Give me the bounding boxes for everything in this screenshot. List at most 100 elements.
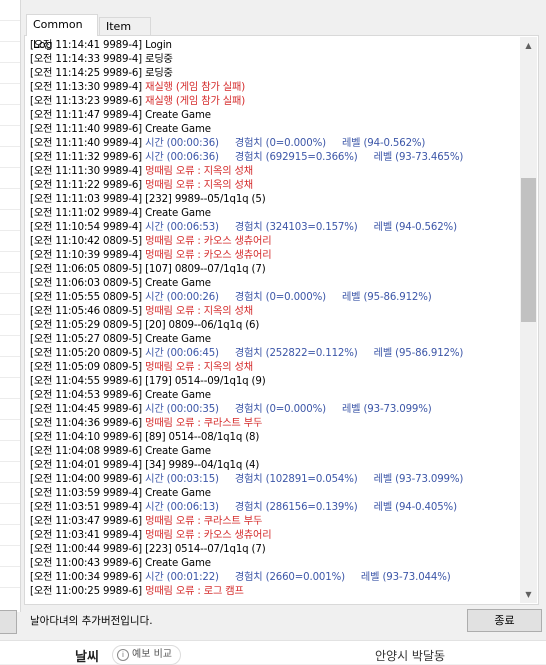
log-timestamp: [오전 11:00:25 9989-6] [30,586,143,597]
log-timestamp: [오전 11:00:44 9989-6] [30,544,143,555]
log-timestamp: [오전 11:13:30 9989-4] [30,82,143,93]
log-line: [오전 11:11:02 9989-4] Create Game [30,207,520,221]
log-message: [89] 0514--08/1q1q (8) [145,432,260,443]
log-line: [오전 11:04:10 9989-6] [89] 0514--08/1q1q … [30,431,520,445]
log-timestamp: [오전 11:14:25 9989-6] [30,68,143,79]
log-message: [232] 9989--05/1q1q (5) [145,194,266,205]
scrollbar-thumb[interactable] [521,178,536,323]
log-line: [오전 11:14:25 9989-6] 로딩중 [30,67,520,81]
log-level: 레벨 (94-0.562%) [341,138,426,149]
log-message: Create Game [145,558,211,569]
log-timestamp: [오전 11:11:30 9989-4] [30,166,143,177]
log-time: 시간 (00:06:36) [145,152,219,163]
log-timestamp: [오전 11:04:10 9989-6] [30,432,143,443]
log-line: [오전 11:04:36 9989-6] 멍때림 오류 : 쿠라스트 부두 [30,417,520,431]
log-line: [오전 11:05:09 0809-5] 멍때림 오류 : 지옥의 성채 [30,361,520,375]
log-line: [오전 11:00:44 9989-6] [223] 0514--07/1q1q… [30,543,520,557]
log-time: 시간 (00:00:26) [145,292,219,303]
log-line: [오전 11:11:22 9989-6] 멍때림 오류 : 지옥의 성채 [30,179,520,193]
log-message: Create Game [145,446,211,457]
log-timestamp: [오전 11:03:41 9989-4] [30,530,143,541]
log-line: [오전 11:05:27 0809-5] Create Game [30,333,520,347]
log-line: [오전 11:11:40 9989-4] 시간 (00:00:36) 경험치 (0… [30,137,520,151]
log-exp: 경험치 (252822=0.112%) [234,348,358,359]
status-message: 날아다녀의 추가버전입니다. [30,615,153,627]
log-line: [오전 11:04:08 9989-6] Create Game [30,445,520,459]
log-exp: 경험치 (0=0.000%) [234,404,326,415]
log-timestamp: [오전 11:11:02 9989-4] [30,208,143,219]
log-line: [오전 11:05:29 0809-5] [20] 0809--06/1q1q … [30,319,520,333]
vertical-scrollbar[interactable]: ▲ ▼ [520,37,537,603]
log-message: 멍때림 오류 : 지옥의 성채 [145,306,253,317]
log-level: 레벨 (93-73.465%) [373,152,464,163]
log-message: 멍때림 오류 : 카오스 생츄어리 [145,530,272,541]
log-message: Create Game [145,390,211,401]
forecast-compare-button[interactable]: i 예보 비교 [112,645,181,665]
log-timestamp: [오전 11:11:22 9989-6] [30,180,143,191]
log-line: [오전 11:11:40 9989-6] Create Game [30,123,520,137]
log-message: 멍때림 오류 : 쿠라스트 부두 [145,516,263,527]
log-timestamp: [오전 11:05:27 0809-5] [30,334,143,345]
tab-item-log[interactable]: Item Log [99,17,151,51]
tab-common-log[interactable]: Common Log [26,14,98,51]
log-exp: 경험치 (0=0.000%) [234,138,326,149]
log-timestamp: [오전 11:11:47 9989-4] [30,110,143,121]
log-line: [오전 11:00:25 9989-6] 멍때림 오류 : 로그 캠프 [30,585,520,599]
log-timestamp: [오전 11:05:55 0809-5] [30,292,143,303]
log-message: 멍때림 오류 : 로그 캠프 [145,586,244,597]
log-message: Create Game [145,110,211,121]
log-line: [오전 11:03:47 9989-6] 멍때림 오류 : 쿠라스트 부두 [30,515,520,529]
log-line: [오전 11:04:00 9989-6] 시간 (00:03:15) 경험치 (1… [30,473,520,487]
log-message: Create Game [145,334,211,345]
log-timestamp: [오전 11:06:03 0809-5] [30,278,143,289]
log-timestamp: [오전 11:04:08 9989-6] [30,446,143,457]
log-line: [오전 11:00:43 9989-6] Create Game [30,557,520,571]
log-line: [오전 11:04:45 9989-6] 시간 (00:00:35) 경험치 (0… [30,403,520,417]
log-message: [107] 0809--07/1q1q (7) [145,264,266,275]
log-line: [오전 11:04:53 9989-6] Create Game [30,389,520,403]
log-timestamp: [오전 11:11:03 9989-4] [30,194,143,205]
background-list [0,0,21,612]
log-level: 레벨 (93-73.044%) [360,572,451,583]
log-line: [오전 11:14:33 9989-4] 로딩중 [30,53,520,67]
log-line: [오전 11:11:47 9989-4] Create Game [30,109,520,123]
log-timestamp: [오전 11:04:01 9989-4] [30,460,143,471]
log-list[interactable]: [오전 11:14:41 9989-4] Login [오전 11:14:33 9… [30,39,520,601]
log-line: [오전 11:11:32 9989-6] 시간 (00:06:36) 경험치 (6… [30,151,520,165]
scroll-up-icon[interactable]: ▲ [520,37,537,54]
log-line: [오전 11:05:20 0809-5] 시간 (00:06:45) 경험치 (2… [30,347,520,361]
log-message: 멍때림 오류 : 카오스 생츄어리 [145,250,272,261]
log-line: [오전 11:13:30 9989-4] 재실행 (게임 참가 실패) [30,81,520,95]
log-line: [오전 11:14:41 9989-4] Login [30,39,520,53]
log-timestamp: [오전 11:03:47 9989-6] [30,516,143,527]
close-button[interactable]: 종료 [467,609,542,632]
log-line: [오전 11:03:41 9989-4] 멍때림 오류 : 카오스 생츄어리 [30,529,520,543]
log-line: [오전 11:06:03 0809-5] Create Game [30,277,520,291]
log-timestamp: [오전 11:05:20 0809-5] [30,348,143,359]
log-line: [오전 11:13:23 9989-6] 재실행 (게임 참가 실패) [30,95,520,109]
location-label: 안양시 박달동 [375,649,446,663]
log-exp: 경험치 (324103=0.157%) [234,222,358,233]
info-icon: i [117,649,129,661]
log-timestamp: [오전 11:04:53 9989-6] [30,390,143,401]
log-exp: 경험치 (692915=0.366%) [234,152,358,163]
log-timestamp: [오전 11:06:05 0809-5] [30,264,143,275]
log-timestamp: [오전 11:04:36 9989-6] [30,418,143,429]
log-exp: 경험치 (0=0.000%) [234,292,326,303]
log-timestamp: [오전 11:00:34 9989-6] [30,572,143,583]
log-time: 시간 (00:00:35) [145,404,219,415]
log-line: [오전 11:10:42 0809-5] 멍때림 오류 : 카오스 생츄어리 [30,235,520,249]
log-message: Login [145,40,172,51]
log-line: [오전 11:03:51 9989-4] 시간 (00:06:13) 경험치 (2… [30,501,520,515]
log-message: Create Game [145,208,211,219]
log-level: 레벨 (95-86.912%) [373,348,464,359]
log-timestamp: [오전 11:04:45 9989-6] [30,404,143,415]
log-line: [오전 11:10:54 9989-4] 시간 (00:06:53) 경험치 (3… [30,221,520,235]
log-level: 레벨 (94-0.405%) [373,502,457,513]
scroll-down-icon[interactable]: ▼ [520,586,537,603]
log-time: 시간 (00:03:15) [145,474,219,485]
log-level: 레벨 (93-73.099%) [341,404,432,415]
log-line: [오전 11:11:03 9989-4] [232] 9989--05/1q1q… [30,193,520,207]
log-timestamp: [오전 11:04:00 9989-6] [30,474,143,485]
log-message: 로딩중 [145,68,173,79]
